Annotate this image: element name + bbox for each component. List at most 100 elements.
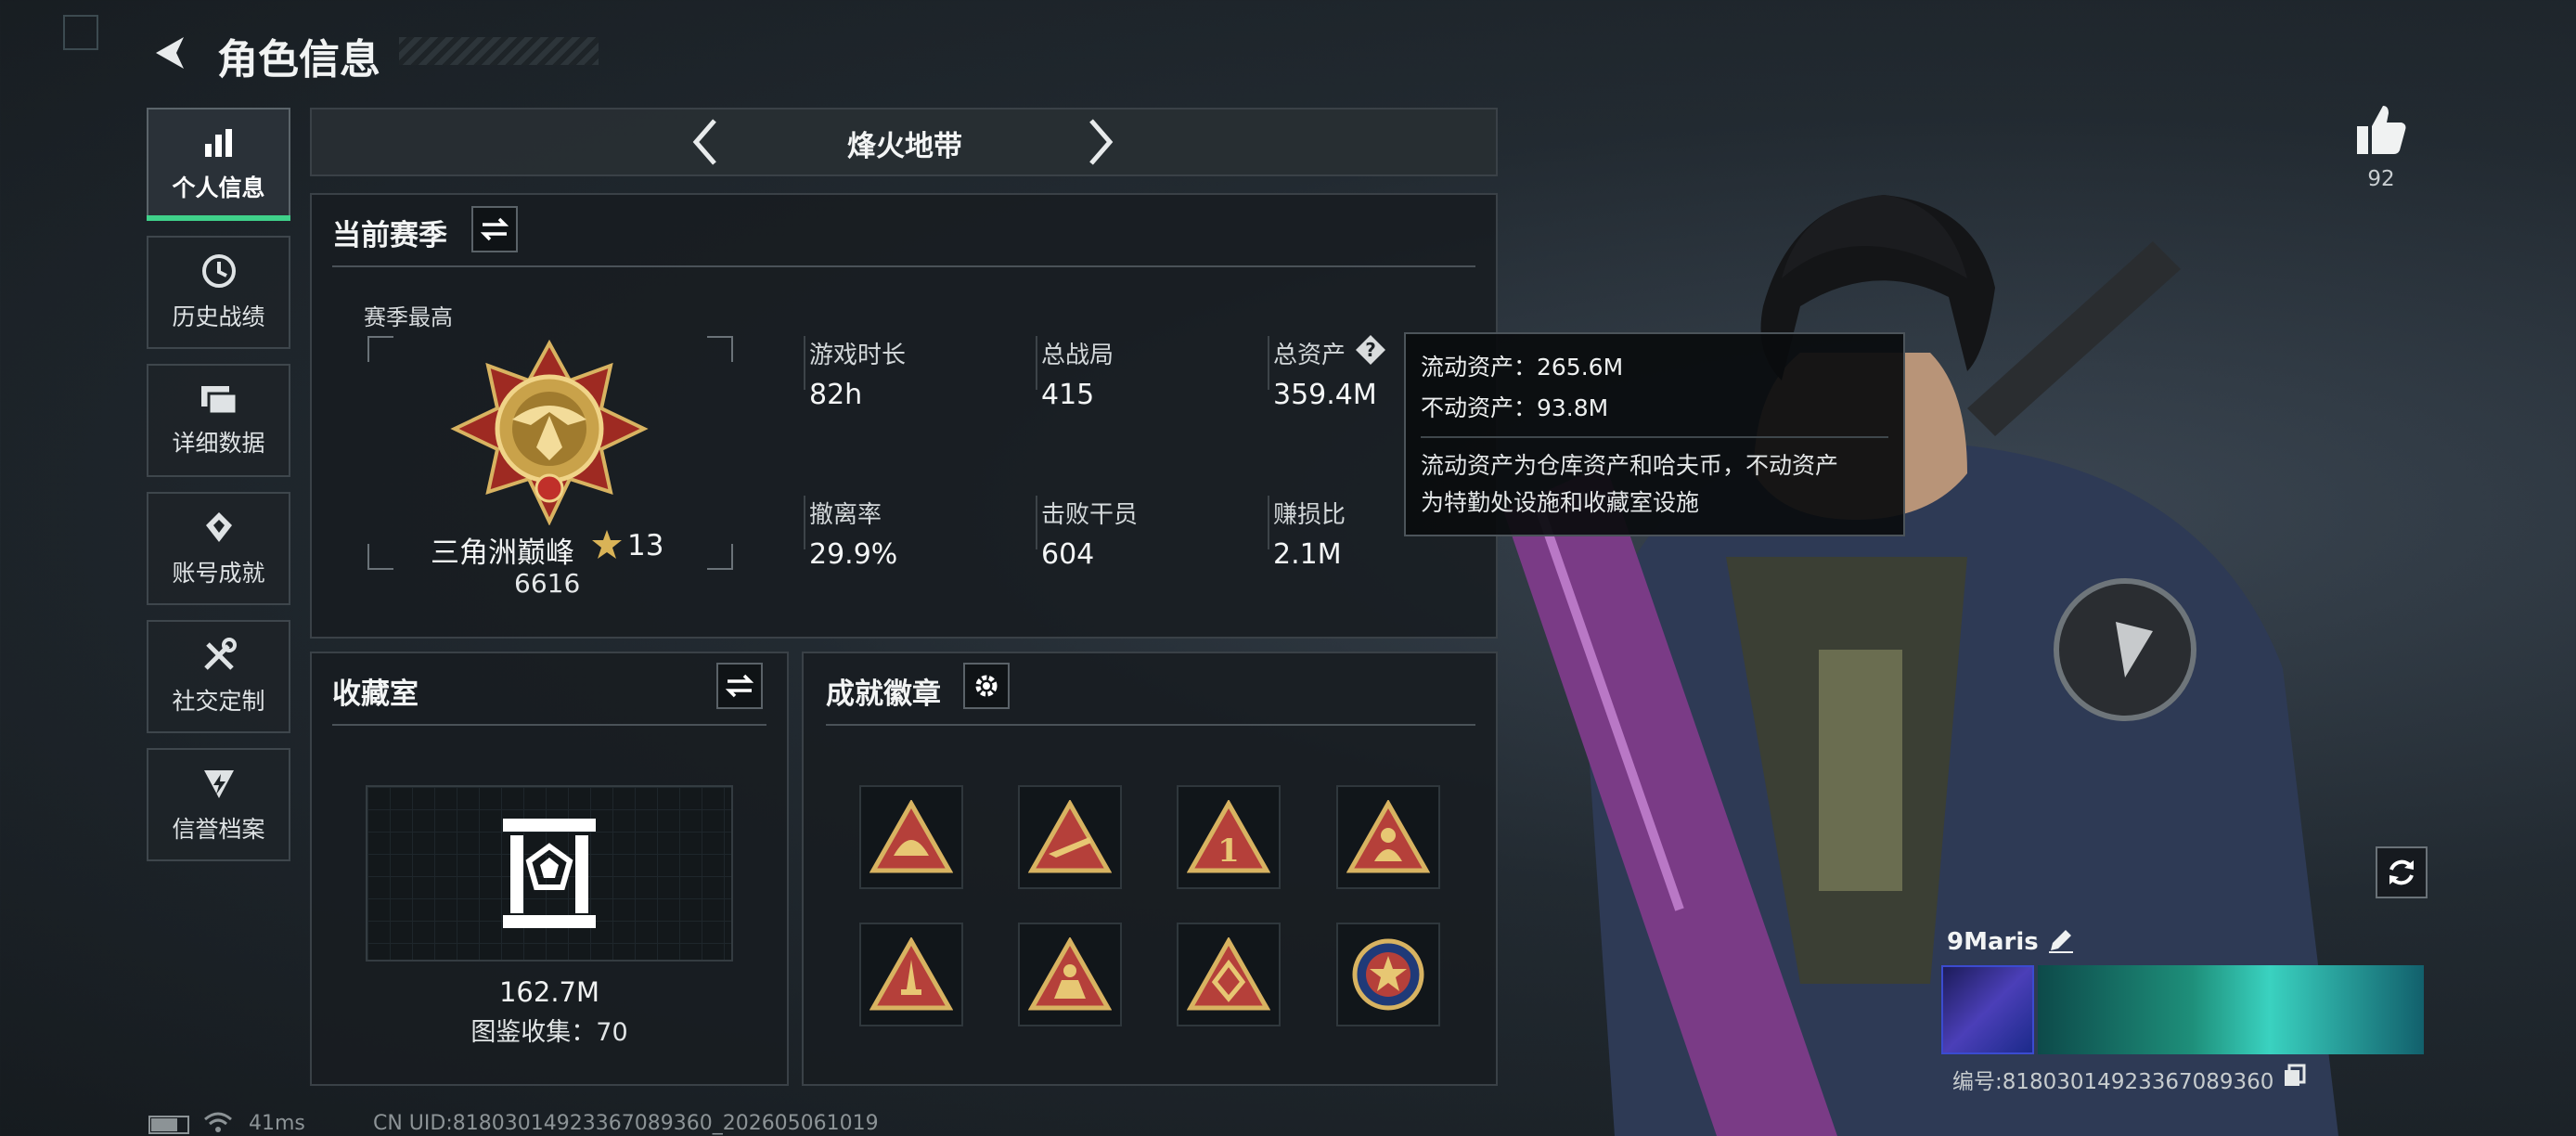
rotate-model-button[interactable] bbox=[2376, 846, 2428, 898]
achievements-title: 成就徽章 bbox=[826, 678, 941, 711]
bar-chart-icon bbox=[204, 129, 232, 157]
chevron-left-icon bbox=[692, 119, 716, 165]
rifle-badge-icon bbox=[1028, 800, 1112, 873]
tooltip-fixed-assets: 不动资产：93.8M bbox=[1421, 394, 1609, 421]
sidebar-item-label: 信誉档案 bbox=[172, 816, 265, 843]
stat-label-profit-ratio: 赚损比 bbox=[1273, 501, 1346, 529]
stat-label-kills: 击败干员 bbox=[1041, 501, 1139, 529]
achievement-badge-figure[interactable] bbox=[1336, 785, 1440, 889]
like-button[interactable] bbox=[2353, 102, 2409, 158]
frame-corner bbox=[707, 544, 733, 570]
rank-score: 6616 bbox=[514, 568, 581, 599]
sidebar-item-label: 历史战绩 bbox=[172, 303, 265, 330]
chevron-right-icon bbox=[1089, 119, 1114, 165]
stat-value-profit-ratio: 2.1M bbox=[1273, 538, 1342, 571]
achievement-badge-emblem[interactable] bbox=[1177, 923, 1281, 1026]
assets-tooltip: 流动资产：265.6M 不动资产：93.8M 流动资产为仓库资产和哈夫币，不动资… bbox=[1404, 332, 1905, 536]
sidebar-item-label: 账号成就 bbox=[172, 560, 265, 587]
achievement-badge-number-one[interactable]: 1 bbox=[1177, 785, 1281, 889]
collection-title: 收藏室 bbox=[332, 678, 419, 711]
mode-next-button[interactable] bbox=[1082, 115, 1119, 169]
tooltip-description-line2: 为特勤处设施和收藏室设施 bbox=[1421, 489, 1700, 516]
divider bbox=[332, 265, 1475, 267]
rank-emblem-icon bbox=[447, 339, 651, 526]
sidebar-item-personal-info[interactable]: 个人信息 bbox=[147, 108, 290, 221]
frame-corner bbox=[367, 336, 393, 362]
question-icon: ? bbox=[1356, 335, 1385, 365]
achievement-badge-dagger[interactable] bbox=[859, 923, 963, 1026]
copy-icon bbox=[2285, 1064, 2306, 1086]
page-title: 角色信息 bbox=[217, 36, 380, 84]
emblem-badge-icon bbox=[1187, 937, 1270, 1011]
battery-icon bbox=[148, 1116, 189, 1134]
pencil-icon bbox=[2049, 930, 2073, 953]
stat-label-extract-rate: 撤离率 bbox=[809, 501, 882, 529]
display-case-icon bbox=[499, 815, 599, 932]
collection-value: 162.7M bbox=[498, 976, 600, 1008]
stat-divider bbox=[1036, 496, 1037, 549]
tooltip-description-line1: 流动资产为仓库资产和哈夫币，不动资产 bbox=[1421, 452, 1839, 479]
gear-icon bbox=[975, 675, 998, 697]
sidebar-item-reputation[interactable]: 信誉档案 bbox=[147, 748, 290, 861]
back-button[interactable] bbox=[148, 32, 191, 74]
copy-id-button[interactable] bbox=[2283, 1064, 2307, 1088]
stat-label-playtime: 游戏时长 bbox=[809, 342, 907, 369]
active-indicator bbox=[147, 215, 290, 221]
thumbs-up-icon bbox=[2357, 106, 2406, 154]
stat-value-total-assets: 359.4M bbox=[1273, 379, 1377, 411]
swap-arrows-icon bbox=[481, 217, 509, 241]
folder-icon bbox=[200, 386, 238, 416]
tools-icon bbox=[203, 638, 237, 670]
stat-divider bbox=[804, 336, 805, 390]
rank-stars-count: 13 bbox=[627, 529, 664, 562]
sidebar-item-label: 社交定制 bbox=[172, 688, 265, 715]
tooltip-liquid-assets: 流动资产：265.6M bbox=[1421, 354, 1624, 381]
assets-help-button[interactable]: ? bbox=[1355, 334, 1386, 366]
stat-value-total-matches: 415 bbox=[1041, 379, 1095, 411]
uid-text: CN UID:818030149233670893​60_20260506101… bbox=[373, 1112, 879, 1135]
sidebar-item-label: 详细数据 bbox=[172, 430, 265, 457]
corner-decoration bbox=[63, 15, 98, 50]
collection-count: 图鉴收集：70 bbox=[470, 1018, 628, 1047]
achievement-badge-rifle[interactable] bbox=[1018, 785, 1122, 889]
figure-badge-icon bbox=[1346, 800, 1430, 873]
mode-prev-button[interactable] bbox=[687, 115, 724, 169]
achievement-badge-helmet[interactable] bbox=[859, 785, 963, 889]
frame-corner bbox=[367, 544, 393, 570]
svg-text:?: ? bbox=[1365, 339, 1376, 361]
tooltip-divider bbox=[1421, 436, 1888, 438]
title-hatch-decoration bbox=[399, 37, 599, 65]
refresh-icon bbox=[2389, 859, 2414, 885]
divider bbox=[826, 724, 1475, 726]
sidebar-item-detailed-data[interactable]: 详细数据 bbox=[147, 364, 290, 477]
medal-icon bbox=[205, 512, 232, 542]
achievement-badge-star-medal[interactable] bbox=[1336, 923, 1440, 1026]
stat-label-total-matches: 总战局 bbox=[1041, 342, 1114, 369]
sidebar-item-match-history[interactable]: 历史战绩 bbox=[147, 236, 290, 349]
stat-value-kills: 604 bbox=[1041, 538, 1095, 571]
helmet-badge-icon bbox=[869, 800, 953, 873]
soldier-badge-icon bbox=[1028, 937, 1112, 1011]
achievements-settings-button[interactable] bbox=[963, 663, 1010, 709]
collection-switch-button[interactable] bbox=[716, 663, 763, 709]
player-avatar[interactable] bbox=[1941, 965, 2034, 1054]
shield-lightning-icon bbox=[203, 770, 234, 798]
player-banner[interactable] bbox=[2038, 965, 2424, 1054]
ping-text: 41ms bbox=[249, 1112, 305, 1135]
stat-divider bbox=[1036, 336, 1037, 390]
player-name: 9Maris bbox=[1947, 928, 2039, 956]
star-medal-badge-icon bbox=[1352, 938, 1424, 1011]
like-count: 92 bbox=[2367, 167, 2395, 191]
dagger-badge-icon bbox=[869, 937, 953, 1011]
achievement-badge-soldier[interactable] bbox=[1018, 923, 1122, 1026]
svg-text:1: 1 bbox=[1217, 833, 1240, 870]
sidebar-item-achievements[interactable]: 账号成就 bbox=[147, 492, 290, 605]
edit-name-button[interactable] bbox=[2047, 926, 2075, 954]
sidebar-item-social-customize[interactable]: 社交定制 bbox=[147, 620, 290, 733]
wifi-icon bbox=[202, 1110, 234, 1134]
swap-arrows-icon bbox=[726, 674, 753, 698]
player-id: 编号:8180301492336708936​0 bbox=[1952, 1070, 2274, 1094]
season-switch-button[interactable] bbox=[471, 206, 518, 252]
season-best-label: 赛季最高 bbox=[364, 304, 453, 330]
frame-corner bbox=[707, 336, 733, 362]
